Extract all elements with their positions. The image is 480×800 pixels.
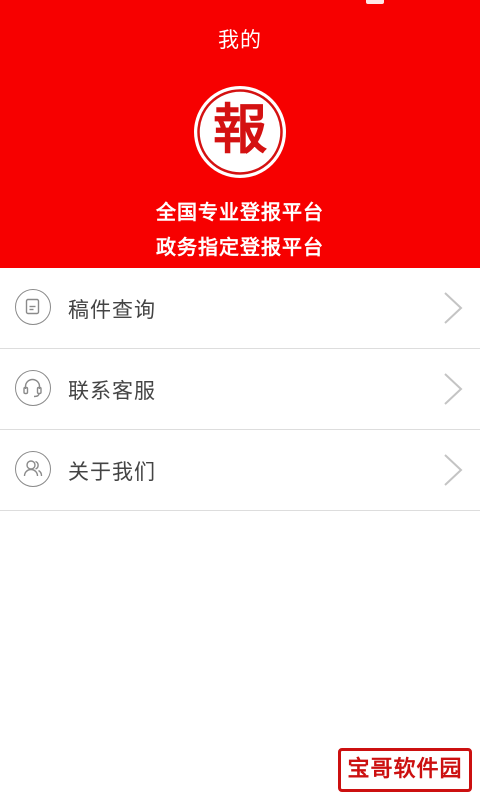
newspaper-logo: 報 <box>192 84 288 180</box>
chevron-right-icon <box>444 373 463 405</box>
menu-item-label: 联系客服 <box>68 379 156 403</box>
site-watermark: 宝哥软件园 <box>338 748 472 792</box>
menu-item-label: 关于我们 <box>68 460 156 484</box>
chevron-right-icon <box>444 454 463 486</box>
profile-menu: 稿件查询 联系客服 关于我们 <box>0 268 480 511</box>
users-icon <box>15 451 51 487</box>
logo-seal-icon: 報 <box>194 86 286 178</box>
menu-item-label: 稿件查询 <box>68 298 156 322</box>
page-title: 我的 <box>218 28 262 52</box>
status-bar-icon <box>366 0 384 4</box>
chevron-right-icon <box>444 292 463 324</box>
logo-character: 報 <box>213 97 267 161</box>
profile-header: 我的 報 全国专业登报平台 政务指定登报平台 <box>0 0 480 268</box>
profile-page: 我的 報 全国专业登报平台 政务指定登报平台 稿件查询 联系客服 关于我们 宝哥… <box>0 0 480 800</box>
menu-item-about-us[interactable]: 关于我们 <box>0 430 480 511</box>
headset-icon <box>15 370 51 406</box>
menu-item-manuscript-query[interactable]: 稿件查询 <box>0 268 480 349</box>
slogan-line-2: 政务指定登报平台 <box>156 235 324 259</box>
slogan-line-1: 全国专业登报平台 <box>156 200 324 224</box>
menu-item-customer-service[interactable]: 联系客服 <box>0 349 480 430</box>
watermark-text: 宝哥软件园 <box>347 757 463 782</box>
document-icon <box>15 289 51 325</box>
